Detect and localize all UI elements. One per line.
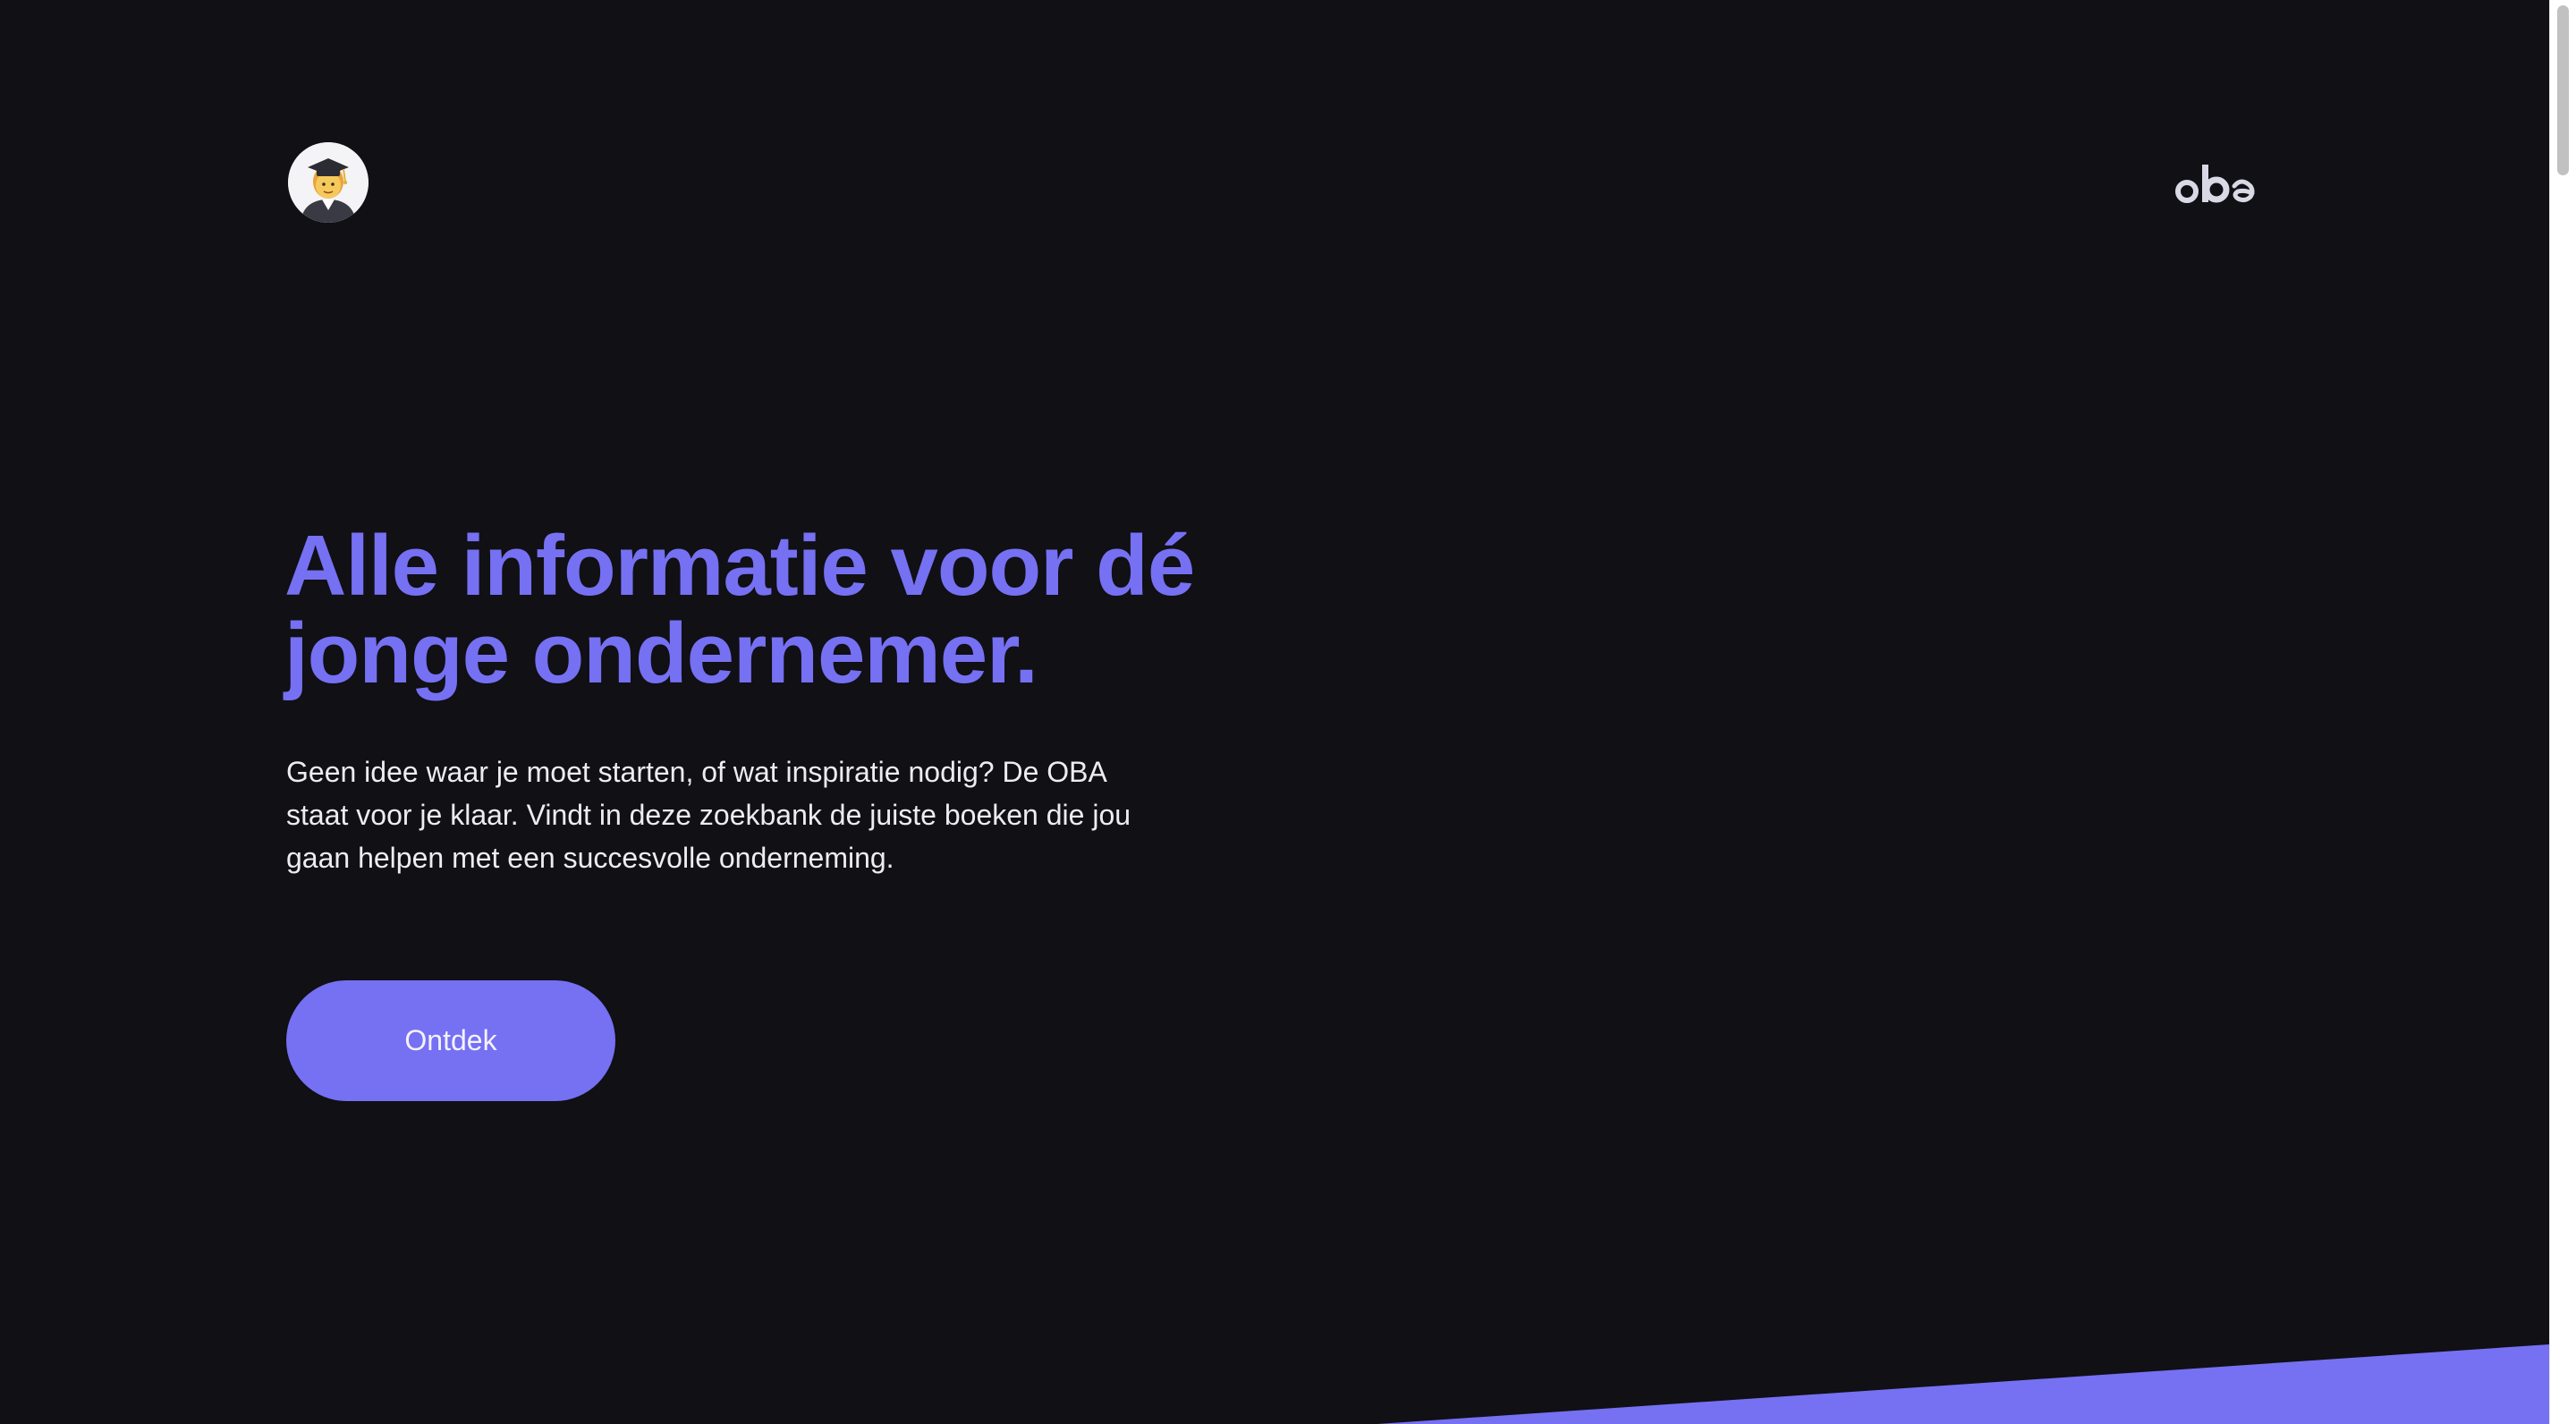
hero-description-line-2: staat voor je klaar. Vindt in deze zoekb…: [286, 799, 1131, 831]
oba-logo[interactable]: [2174, 157, 2267, 211]
hero-description-line-1: Geen idee waar je moet starten, of wat i…: [286, 756, 1107, 788]
hero-title: Alle informatie voor dé jonge ondernemer…: [284, 522, 1340, 698]
vertical-scrollbar[interactable]: [2549, 0, 2576, 1424]
discover-button[interactable]: Ontdek: [286, 980, 615, 1101]
main-viewport: Alle informatie voor dé jonge ondernemer…: [0, 0, 2549, 1424]
hero-description: Geen idee waar je moet starten, of wat i…: [286, 750, 1234, 879]
hero-title-line-1: Alle informatie voor dé: [284, 518, 1195, 614]
student-avatar-icon: [288, 142, 369, 223]
hero-title-line-2: jonge ondernemer.: [284, 606, 1038, 701]
page: Alle informatie voor dé jonge ondernemer…: [0, 0, 2576, 1424]
accent-wedge: [1377, 1344, 2549, 1424]
hero-description-line-3: gaan helpen met een succesvolle ondernem…: [286, 842, 894, 874]
scrollbar-thumb[interactable]: [2557, 5, 2569, 175]
